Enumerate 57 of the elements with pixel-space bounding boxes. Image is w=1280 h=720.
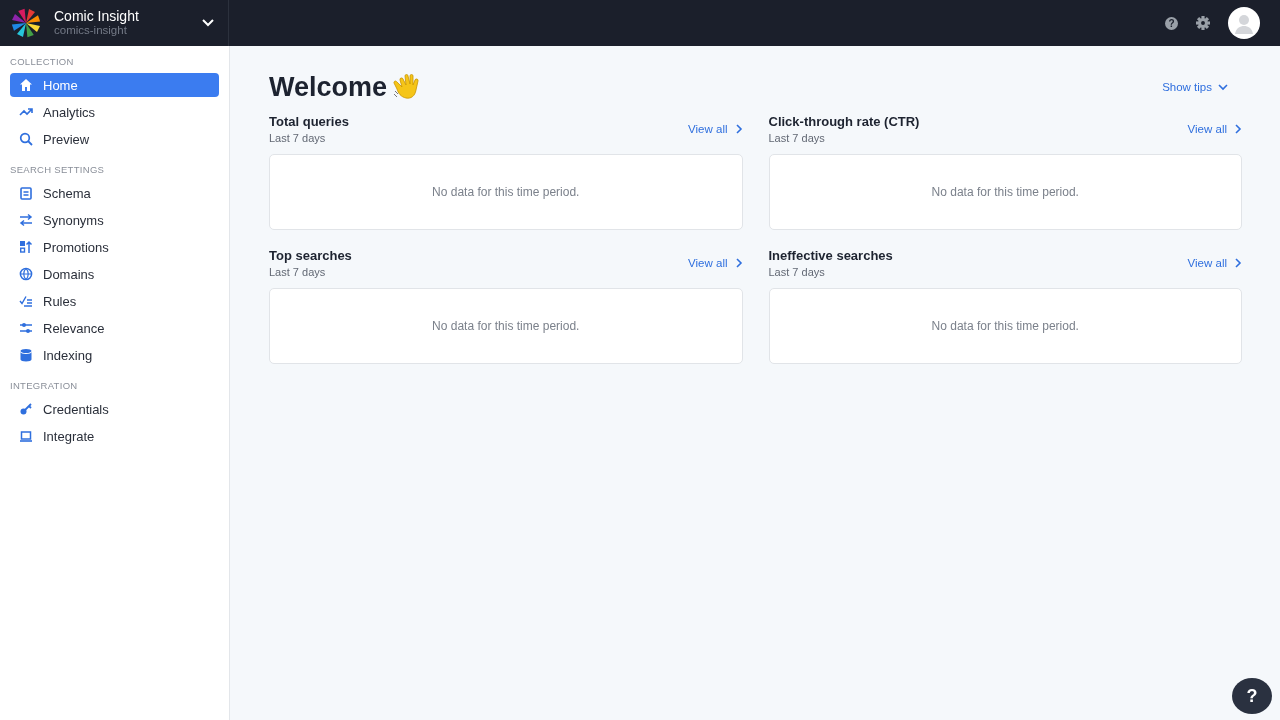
globe-icon	[19, 267, 33, 281]
chevron-down-icon	[1218, 83, 1228, 91]
empty-message: No data for this time period.	[432, 185, 580, 199]
nav-item[interactable]: Domains	[10, 262, 219, 286]
search-icon	[19, 132, 33, 146]
empty-message: No data for this time period.	[432, 319, 580, 333]
panel-title: Ineffective searches	[768, 248, 893, 263]
promotion-icon	[19, 240, 33, 254]
section-heading: COLLECTION	[10, 55, 75, 69]
panel-subtitle: Last 7 days	[269, 132, 327, 144]
nav-item[interactable]: Relevance	[10, 316, 219, 340]
panel-subtitle: Last 7 days	[269, 266, 327, 278]
panel-title: Click-through rate (CTR)	[768, 114, 920, 129]
database-icon	[19, 348, 33, 362]
nav-item[interactable]: Synonyms	[10, 208, 219, 232]
settings-icon[interactable]	[1196, 16, 1210, 30]
help-button[interactable]: ?	[1165, 16, 1178, 30]
sliders-icon	[19, 321, 33, 335]
chevron-right-icon	[735, 124, 743, 134]
nav-item[interactable]: Integrate	[10, 424, 219, 448]
panel-subtitle: Last 7 days	[768, 266, 826, 278]
home-icon	[19, 78, 33, 92]
help-button[interactable]: ?	[1232, 678, 1272, 714]
swap-arrows-icon	[19, 213, 33, 227]
nav-item[interactable]: Preview	[10, 127, 219, 151]
chevron-down-icon[interactable]	[202, 19, 214, 27]
app-name: Comic Insight	[54, 9, 140, 23]
view-all-link[interactable]: View all	[1187, 123, 1242, 135]
chevron-right-icon	[1235, 124, 1242, 134]
panel-subtitle: Last 7 days	[768, 132, 826, 144]
nav-item[interactable]: Credentials	[10, 397, 219, 421]
chevron-right-icon	[735, 258, 743, 268]
panel-title: Total queries	[269, 114, 349, 129]
pinwheel-logo	[10, 7, 42, 39]
clipboard-icon	[19, 186, 33, 200]
laptop-icon	[19, 429, 33, 443]
view-all-link[interactable]: View all	[688, 123, 743, 135]
empty-message: No data for this time period.	[931, 185, 1079, 199]
page-title: Welcome	[269, 71, 388, 103]
avatar-icon[interactable]	[1228, 7, 1260, 39]
nav-item[interactable]: Analytics	[10, 100, 219, 124]
view-all-link[interactable]: View all	[1187, 257, 1242, 269]
section-heading: INTEGRATION	[10, 379, 79, 393]
section-heading: SEARCH SETTINGS	[10, 163, 106, 177]
empty-message: No data for this time period.	[931, 319, 1079, 333]
chevron-right-icon	[1235, 258, 1242, 268]
checklist-icon	[19, 294, 33, 308]
view-all-link[interactable]: View all	[688, 257, 743, 269]
collection-id: comics-insight	[54, 24, 128, 37]
show-tips-link[interactable]: Show tips	[1162, 81, 1242, 93]
panel-title: Top searches	[269, 248, 352, 263]
nav-item[interactable]: Promotions	[10, 235, 219, 259]
key-icon	[19, 402, 33, 416]
nav-item[interactable]: Rules	[10, 289, 219, 313]
nav-item[interactable]: Home	[10, 73, 219, 97]
nav-item[interactable]: Schema	[10, 181, 219, 205]
nav-item[interactable]: Indexing	[10, 343, 219, 367]
